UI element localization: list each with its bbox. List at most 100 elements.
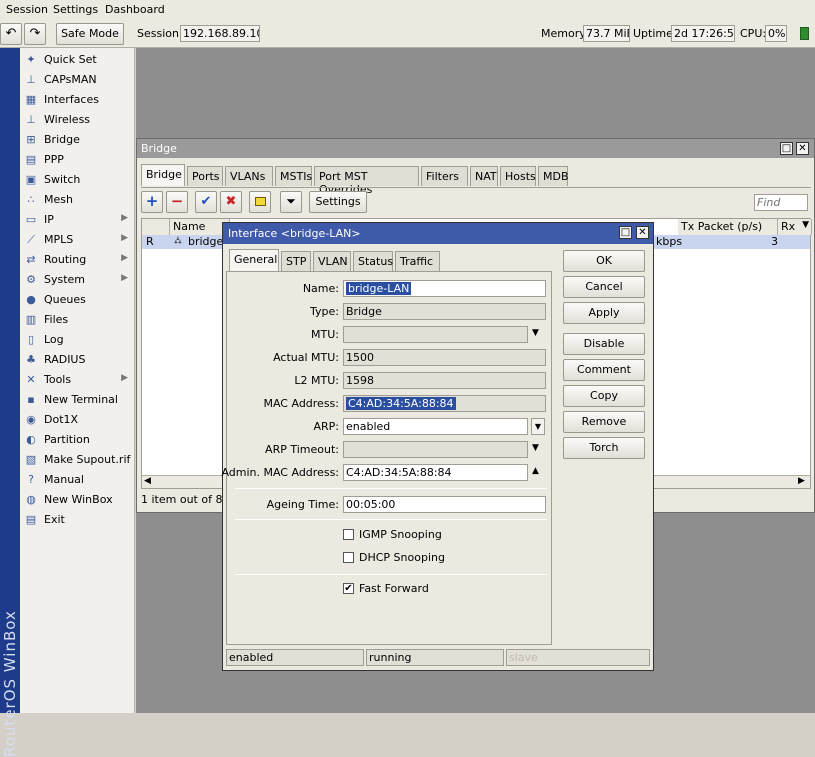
remove-icon[interactable]: − [166,191,188,213]
disable-button[interactable]: Disable [563,333,645,355]
dialog-tab-status[interactable]: Status [353,251,393,271]
apply-button[interactable]: Apply [563,302,645,324]
scroll-left-icon[interactable]: ◀ [144,476,151,486]
sidebar-item-bridge[interactable]: ⊞ Bridge [20,130,134,150]
redo-icon[interactable]: ↷ [24,23,46,45]
bridge-tab-hosts[interactable]: Hosts [500,166,536,186]
mtu-field[interactable] [343,326,528,343]
bridge-tab-port-mst-overrides[interactable]: Port MST Overrides [314,166,419,196]
dialog-tab-traffic[interactable]: Traffic [395,251,440,271]
ageing-field[interactable]: 00:05:00 [343,496,546,513]
sidebar-item-label: Tools [44,373,72,386]
sidebar-item-ip[interactable]: ▭ IP ▶ [20,210,134,230]
l2mtu-label: L2 MTU: [294,374,339,387]
undo-icon[interactable]: ↶ [0,23,22,45]
column-menu-icon[interactable]: ▼ [802,220,809,230]
sidebar-item-log[interactable]: ▯ Log [20,330,134,350]
mtu-label: MTU: [311,328,339,341]
dhcp-snooping-checkbox[interactable] [343,552,354,563]
sidebar-item-quick-set[interactable]: ✦ Quick Set [20,50,134,70]
arp-dropdown-icon[interactable]: ▼ [531,418,545,435]
disable-icon[interactable]: ✖ [220,191,242,213]
close-icon[interactable]: ✕ [796,142,809,155]
comment-icon[interactable] [249,191,271,213]
sidebar-item-exit[interactable]: ▤ Exit [20,510,134,530]
session-value: 192.168.89.100 [180,25,260,42]
arp-timeout-dropdown-icon[interactable]: ▼ [532,443,539,453]
arp-timeout-field[interactable] [343,441,528,458]
torch-button[interactable]: Torch [563,437,645,459]
sidebar-item-mpls[interactable]: ⟋ MPLS ▶ [20,230,134,250]
sidebar-item-manual[interactable]: ? Manual [20,470,134,490]
bridge-tab-nat[interactable]: NAT [470,166,498,186]
routing-icon: ⇄ [26,253,36,266]
fast-forward-checkbox[interactable]: ✔ [343,583,354,594]
sidebar-item-make-supout-rif[interactable]: ▧ Make Supout.rif [20,450,134,470]
column-flag[interactable] [142,219,170,235]
sidebar-item-queues[interactable]: ● Queues [20,290,134,310]
bridge-tab-mstis[interactable]: MSTIs [275,166,312,186]
sidebar-item-partition[interactable]: ◐ Partition [20,430,134,450]
enable-icon[interactable]: ✔ [195,191,217,213]
admin-mac-field[interactable]: C4:AD:34:5A:88:84 [343,464,528,481]
bridge-tab-bridge[interactable]: Bridge [141,164,185,186]
settings-button[interactable]: Settings [309,191,367,213]
bridge-tab-vlans[interactable]: VLANs [225,166,273,186]
exit-icon: ▤ [25,513,37,526]
dialog-maximize-icon[interactable]: □ [619,226,632,239]
sidebar-item-label: Manual [44,473,84,486]
dialog-title: Interface <bridge-LAN> [228,227,361,240]
igmp-snooping-checkbox[interactable] [343,529,354,540]
bridge-title-bar[interactable]: Bridge □ ✕ [137,139,814,158]
mtu-dropdown-icon[interactable]: ▼ [532,328,539,338]
scroll-right-icon[interactable]: ▶ [798,476,805,486]
sidebar-item-label: Wireless [44,113,91,126]
submenu-arrow-icon: ▶ [121,253,128,263]
name-field[interactable]: bridge-LAN [343,280,546,297]
sidebar-item-mesh[interactable]: ∴ Mesh [20,190,134,210]
dialog-title-bar[interactable]: Interface <bridge-LAN> □ ✕ [223,223,653,244]
find-input[interactable] [754,194,808,211]
column-rx[interactable]: Rx ▼ [778,219,812,235]
sidebar-item-switch[interactable]: ▣ Switch [20,170,134,190]
sidebar-item-capsman[interactable]: ⊥ CAPsMAN [20,70,134,90]
column-name[interactable]: Name [170,219,230,235]
sidebar-item-interfaces[interactable]: ▦ Interfaces [20,90,134,110]
sidebar-item-tools[interactable]: ✕ Tools ▶ [20,370,134,390]
sidebar-item-dot1x[interactable]: ◉ Dot1X [20,410,134,430]
safe-mode-button[interactable]: Safe Mode [56,23,124,45]
bridge-tab-filters[interactable]: Filters [421,166,468,186]
admin-mac-collapse-icon[interactable]: ▲ [532,466,539,476]
bridge-tab-ports[interactable]: Ports [187,166,223,186]
memory-label: Memory: [541,27,589,40]
memory-value: 73.7 MiB [583,25,630,42]
menu-dashboard[interactable]: Dashboard [105,3,165,16]
dialog-close-icon[interactable]: ✕ [636,226,649,239]
sidebar-item-system[interactable]: ⚙ System ▶ [20,270,134,290]
add-icon[interactable]: + [141,191,163,213]
sidebar-item-routing[interactable]: ⇄ Routing ▶ [20,250,134,270]
maximize-icon[interactable]: □ [780,142,793,155]
dialog-tab-general[interactable]: General [229,249,279,271]
ok-button[interactable]: OK [563,250,645,272]
remove-button[interactable]: Remove [563,411,645,433]
sidebar-item-files[interactable]: ▥ Files [20,310,134,330]
sidebar-item-new-winbox[interactable]: ◍ New WinBox [20,490,134,510]
sidebar-item-new-terminal[interactable]: ▪ New Terminal [20,390,134,410]
sidebar-item-label: New Terminal [44,393,118,406]
dialog-tab-vlan[interactable]: VLAN [313,251,351,271]
sidebar-item-radius[interactable]: ♣ RADIUS [20,350,134,370]
sidebar-item-ppp[interactable]: ▤ PPP [20,150,134,170]
menu-session[interactable]: Session [6,3,48,16]
cancel-button[interactable]: Cancel [563,276,645,298]
arp-select[interactable]: enabled [343,418,528,435]
filter-icon[interactable]: ⏷ [280,191,302,213]
menu-settings[interactable]: Settings [53,3,98,16]
bridge-tab-mdb[interactable]: MDB [538,166,569,186]
column-tx-packet[interactable]: Tx Packet (p/s) [678,219,778,235]
sidebar-item-wireless[interactable]: ⊥ Wireless [20,110,134,130]
system-icon: ⚙ [26,273,36,286]
comment-button[interactable]: Comment [563,359,645,381]
copy-button[interactable]: Copy [563,385,645,407]
dialog-tab-stp[interactable]: STP [281,251,311,271]
